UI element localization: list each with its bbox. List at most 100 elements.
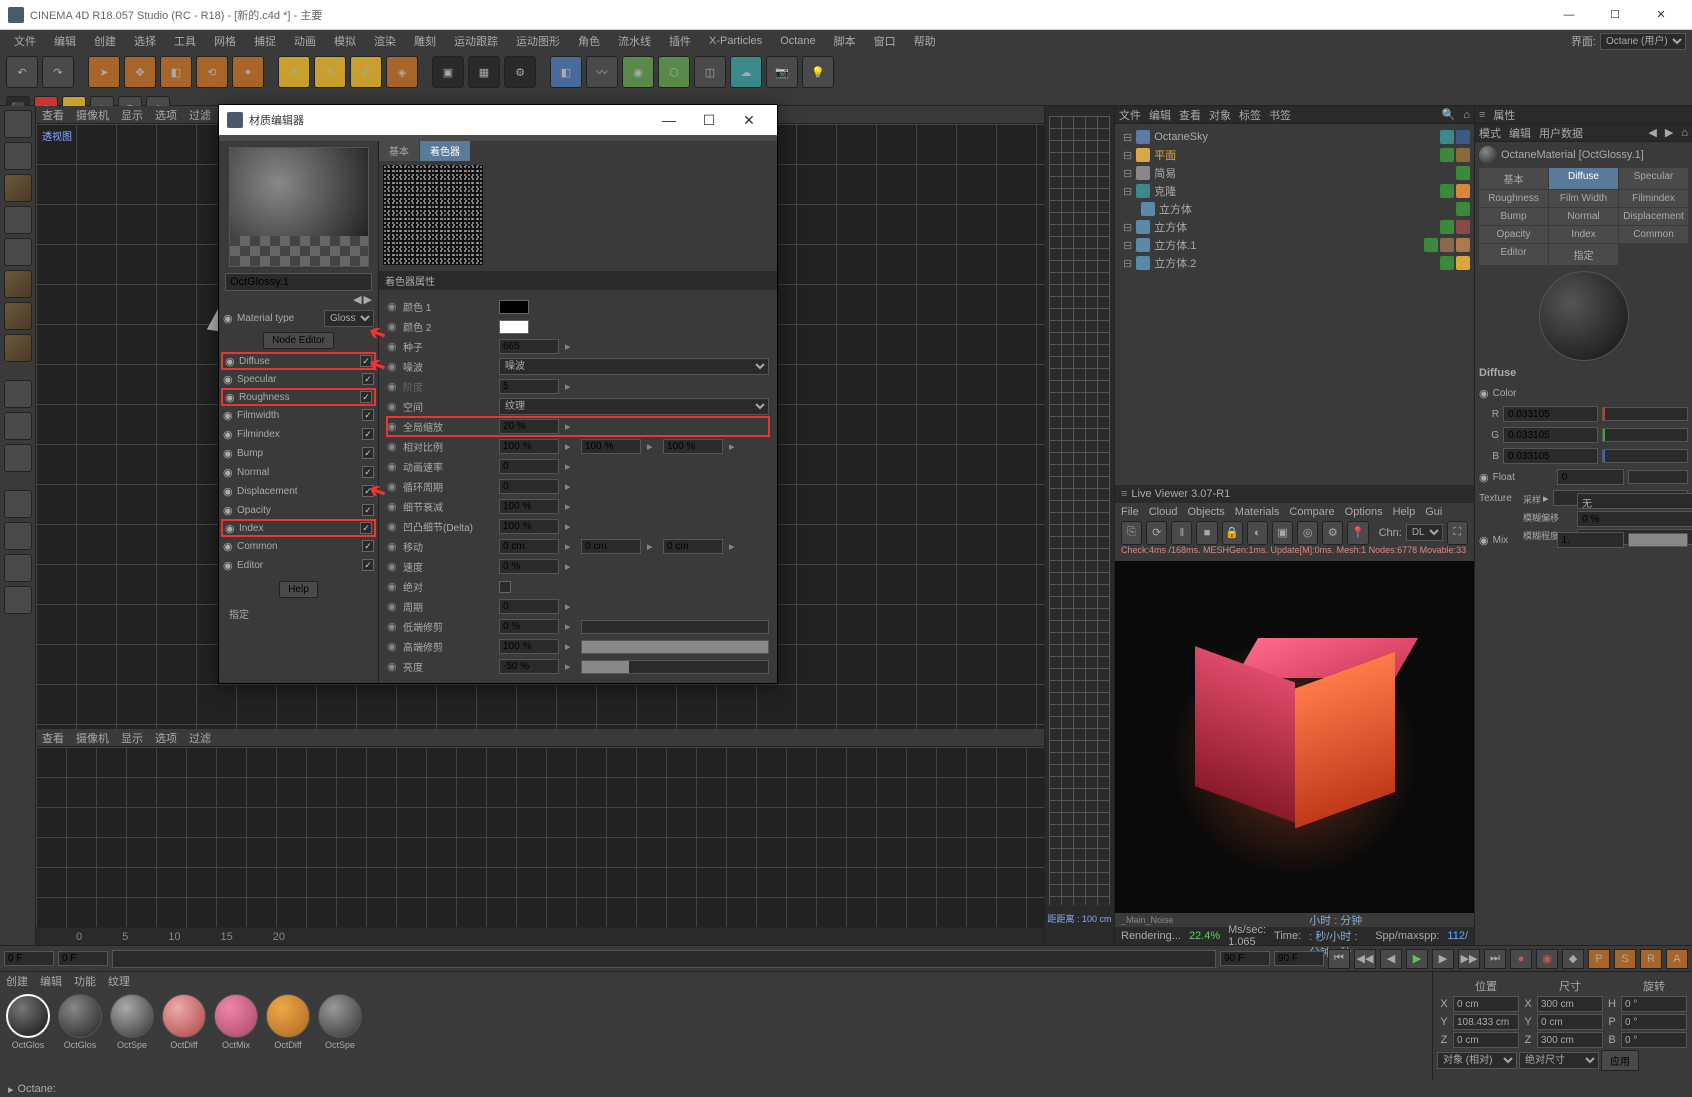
menu-script[interactable]: 脚本 — [826, 31, 864, 51]
attr-tab[interactable]: 基本 — [1479, 168, 1548, 189]
attr-tab[interactable]: Bump — [1479, 208, 1548, 225]
snap-icon[interactable] — [4, 412, 32, 440]
object-row[interactable]: 立方体 — [1119, 200, 1470, 218]
obj-bookmarks[interactable]: 书签 — [1269, 107, 1291, 123]
mat-create[interactable]: 创建 — [6, 973, 28, 989]
home-icon[interactable]: ⌂ — [1463, 109, 1470, 121]
tab-shader[interactable]: 着色器 — [420, 141, 470, 161]
attr-tab[interactable]: Opacity — [1479, 226, 1548, 243]
object-row[interactable]: ⊟OctaneSky — [1119, 128, 1470, 146]
camera-icon[interactable]: 📷 — [766, 56, 798, 88]
uv-icon[interactable] — [4, 586, 32, 614]
light-icon[interactable]: 💡 — [802, 56, 834, 88]
menu-mograph[interactable]: 运动图形 — [508, 31, 568, 51]
redo-button[interactable]: ↷ — [42, 56, 74, 88]
rotate-tool-icon[interactable]: ⟲ — [196, 56, 228, 88]
g-slider[interactable] — [1602, 428, 1689, 442]
r-input[interactable] — [1503, 406, 1598, 422]
time-ruler[interactable]: 0 5 10 15 20 — [36, 927, 1044, 945]
autokey-icon[interactable]: ◉ — [1536, 949, 1558, 969]
nav-fwd-icon[interactable]: ▶ — [364, 293, 372, 306]
minimize-button[interactable]: — — [1546, 0, 1592, 30]
lastused-tool-icon[interactable]: ✦ — [232, 56, 264, 88]
channel-row[interactable]: ◉Roughness — [221, 388, 376, 406]
tweak-icon[interactable] — [4, 490, 32, 518]
live-render-view[interactable] — [1115, 561, 1474, 914]
soft-sel-icon[interactable] — [4, 444, 32, 472]
float-input[interactable] — [1557, 469, 1625, 485]
search-icon[interactable]: 🔍 — [1442, 108, 1456, 121]
axis-icon[interactable] — [4, 380, 32, 408]
render-settings-icon[interactable]: ⚙ — [504, 56, 536, 88]
channel-row[interactable]: ◉Index — [221, 519, 376, 537]
obj-tags[interactable]: 标签 — [1239, 107, 1261, 123]
b-slider[interactable] — [1602, 449, 1689, 463]
model-mode-icon[interactable] — [4, 142, 32, 170]
material-name-input[interactable] — [225, 273, 372, 291]
environment-icon[interactable]: ☁ — [730, 56, 762, 88]
attr-tab[interactable]: 指定 — [1549, 244, 1618, 265]
cube-prim-icon[interactable]: ◧ — [550, 56, 582, 88]
z-axis-icon[interactable]: Z — [350, 56, 382, 88]
coord-obj-mode[interactable]: 对象 (相对) — [1437, 1052, 1517, 1069]
lv-lock-icon[interactable]: 🔒 — [1222, 521, 1243, 545]
channel-row[interactable]: ◉Editor — [219, 556, 378, 574]
scale-key-icon[interactable]: S — [1614, 949, 1636, 969]
nurbs-icon[interactable]: ◉ — [622, 56, 654, 88]
material-slot[interactable]: OctMix — [212, 994, 260, 1050]
channel-row[interactable]: ◉Opacity — [219, 501, 378, 519]
mat-func[interactable]: 功能 — [74, 973, 96, 989]
lv-clay-icon[interactable]: ◐ — [1247, 521, 1268, 545]
lv-settings-icon[interactable]: ⚙ — [1322, 521, 1343, 545]
render-view-icon[interactable]: ▣ — [432, 56, 464, 88]
obj-objects[interactable]: 对象 — [1209, 107, 1231, 123]
side-viewport[interactable] — [36, 747, 1044, 927]
menu-anim[interactable]: 动画 — [286, 31, 324, 51]
object-tree[interactable]: ⊟OctaneSky⊟平面⊟简易⊟克隆立方体⊟立方体⊟立方体.1⊟立方体.2 — [1115, 124, 1474, 485]
lv-expand-icon[interactable]: ⛶ — [1447, 521, 1468, 545]
menu-select[interactable]: 选择 — [126, 31, 164, 51]
menu-window[interactable]: 窗口 — [866, 31, 904, 51]
vp-camera[interactable]: 摄像机 — [76, 107, 109, 123]
lv-focus-icon[interactable]: ◎ — [1297, 521, 1318, 545]
lv-file[interactable]: File — [1121, 506, 1139, 518]
attr-tab[interactable]: Common — [1619, 226, 1688, 243]
goto-end-icon[interactable]: ⏭ — [1484, 949, 1506, 969]
lv-pin-icon[interactable]: 📍 — [1347, 521, 1368, 545]
material-slot[interactable]: OctSpe — [108, 994, 156, 1050]
editable-icon[interactable] — [4, 110, 32, 138]
vp-filter[interactable]: 过滤 — [189, 107, 211, 123]
dialog-close-button[interactable]: ✕ — [729, 112, 769, 129]
brush-icon[interactable] — [4, 554, 32, 582]
channel-row[interactable]: ◉Diffuse — [221, 352, 376, 370]
lv-pause-icon[interactable]: ‖ — [1171, 521, 1192, 545]
vp-display[interactable]: 显示 — [121, 107, 143, 123]
keyframe-icon[interactable]: ◆ — [1562, 949, 1584, 969]
obj-file[interactable]: 文件 — [1119, 107, 1141, 123]
y-axis-icon[interactable]: Y — [314, 56, 346, 88]
r-slider[interactable] — [1602, 407, 1689, 421]
material-slot[interactable]: OctGlos — [4, 994, 52, 1050]
lv-help[interactable]: Help — [1393, 506, 1416, 518]
vp-options[interactable]: 选项 — [155, 107, 177, 123]
end-frame[interactable] — [1220, 951, 1270, 966]
lv-gui[interactable]: Gui — [1425, 506, 1442, 518]
arrow-icon[interactable]: ◉ — [223, 312, 233, 325]
attr-tab[interactable]: Normal — [1549, 208, 1618, 225]
prev-frame-icon[interactable]: ◀ — [1380, 949, 1402, 969]
material-slot[interactable]: OctSpe — [316, 994, 364, 1050]
obj-view[interactable]: 查看 — [1179, 107, 1201, 123]
nav-back-icon[interactable]: ◀ — [353, 293, 361, 306]
object-row[interactable]: ⊟平面 — [1119, 146, 1470, 164]
prev-key-icon[interactable]: ◀◀ — [1354, 949, 1376, 969]
coord-size-mode[interactable]: 绝对尺寸 — [1519, 1052, 1599, 1069]
object-row[interactable]: ⊟立方体 — [1119, 218, 1470, 236]
magnet-icon[interactable] — [4, 522, 32, 550]
dialog-minimize-button[interactable]: — — [649, 112, 689, 128]
cur-frame[interactable] — [58, 951, 108, 966]
workplane-icon[interactable] — [4, 238, 32, 266]
material-slot[interactable]: OctDiff — [160, 994, 208, 1050]
channel-row[interactable]: ◉Specular — [219, 370, 378, 388]
channel-row[interactable]: ◉Filmwidth — [219, 406, 378, 424]
record-icon[interactable]: ● — [1510, 949, 1532, 969]
